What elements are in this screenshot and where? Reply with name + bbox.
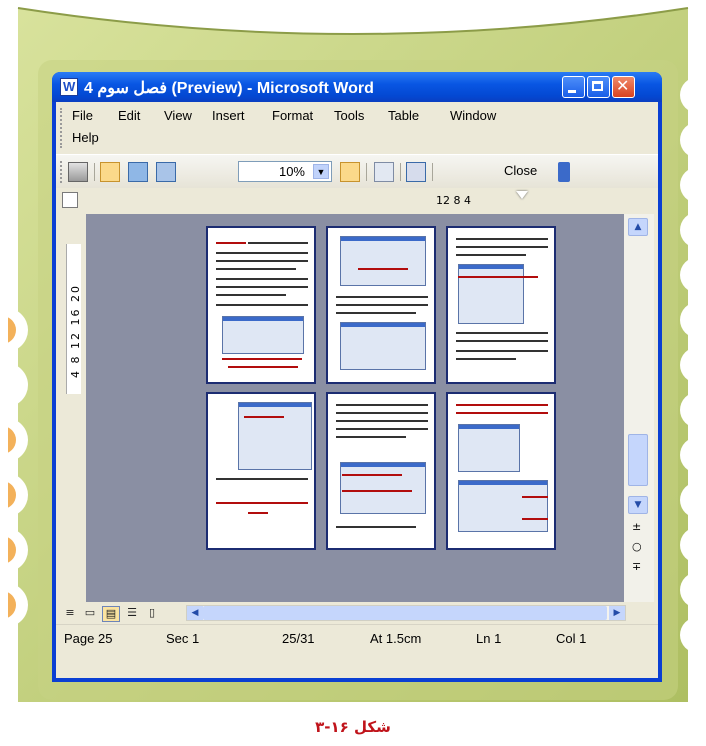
menu-edit[interactable]: Edit bbox=[118, 108, 140, 123]
status-page-of: 25/31 bbox=[282, 631, 315, 646]
toolbar-separator bbox=[400, 163, 401, 181]
title-bar[interactable]: فصل سوم 4 (Preview) - Microsoft Word bbox=[52, 72, 662, 102]
next-page-icon[interactable]: ∓ bbox=[632, 560, 641, 573]
window-title: فصل سوم 4 (Preview) - Microsoft Word bbox=[84, 80, 374, 97]
preview-page-3[interactable] bbox=[446, 226, 556, 384]
status-section: Sec 1 bbox=[166, 631, 200, 646]
view-ruler-icon[interactable] bbox=[340, 162, 360, 182]
preview-page-4[interactable] bbox=[206, 392, 316, 550]
close-preview-button[interactable]: Close bbox=[504, 163, 537, 178]
web-layout-view-icon[interactable]: ▭ bbox=[82, 606, 98, 620]
minimize-button[interactable] bbox=[562, 76, 585, 98]
print-icon[interactable] bbox=[68, 162, 88, 182]
toolbar-separator bbox=[366, 163, 367, 181]
menu-table[interactable]: Table bbox=[388, 108, 419, 123]
scroll-down-button[interactable]: ▼ bbox=[628, 496, 648, 514]
toolbar-separator bbox=[432, 163, 433, 181]
status-page: Page 25 bbox=[64, 631, 113, 646]
horizontal-scroll-area: ≡ ▭ ▤ ☰ ▯ ◀ ▶ bbox=[56, 602, 658, 624]
scroll-left-button[interactable]: ◀ bbox=[187, 606, 203, 620]
menu-help[interactable]: Help bbox=[72, 130, 99, 145]
menu-bar: File Edit View Insert Format Tools Table… bbox=[56, 102, 658, 154]
toolbar-options-icon[interactable] bbox=[558, 162, 570, 182]
tab-selector-icon[interactable] bbox=[62, 192, 78, 208]
multiple-pages-icon[interactable] bbox=[156, 162, 176, 182]
vertical-ruler-strip: 4 8 12 16 20 bbox=[66, 244, 82, 394]
menu-tools[interactable]: Tools bbox=[334, 108, 364, 123]
scroll-right-button[interactable]: ▶ bbox=[609, 606, 625, 620]
preview-page-2[interactable] bbox=[326, 226, 436, 384]
outline-view-icon[interactable]: ☰ bbox=[124, 606, 140, 620]
normal-view-icon[interactable]: ≡ bbox=[62, 606, 78, 620]
previous-page-icon[interactable]: ± bbox=[632, 520, 641, 533]
horizontal-scrollbar[interactable]: ◀ ▶ bbox=[186, 605, 626, 621]
word-app-icon[interactable] bbox=[60, 78, 78, 96]
window-client: File Edit View Insert Format Tools Table… bbox=[56, 102, 658, 678]
status-at: At 1.5cm bbox=[370, 631, 422, 646]
maximize-button[interactable] bbox=[587, 76, 610, 98]
chevron-down-icon[interactable]: ▼ bbox=[313, 164, 329, 179]
horizontal-ruler-numbers: 12 8 4 bbox=[436, 194, 471, 207]
document-preview-area[interactable] bbox=[86, 214, 624, 602]
toolbar-separator bbox=[94, 163, 95, 181]
status-line: Ln 1 bbox=[476, 631, 502, 646]
preview-page-1[interactable] bbox=[206, 226, 316, 384]
vertical-ruler[interactable]: 4 8 12 16 20 bbox=[60, 214, 86, 602]
figure-caption: شکل ۱۶-۳ bbox=[315, 718, 391, 736]
magnifier-icon[interactable] bbox=[100, 162, 120, 182]
status-bar: Page 25 Sec 1 25/31 At 1.5cm Ln 1 Col 1 bbox=[56, 624, 658, 655]
menu-view[interactable]: View bbox=[164, 108, 192, 123]
one-page-icon[interactable] bbox=[128, 162, 148, 182]
toolbar-grip[interactable] bbox=[60, 161, 64, 183]
status-column: Col 1 bbox=[556, 631, 587, 646]
scroll-up-button[interactable]: ▲ bbox=[628, 218, 648, 236]
shrink-to-fit-icon[interactable] bbox=[374, 162, 394, 182]
zoom-value: 10% bbox=[278, 164, 305, 179]
zoom-dropdown[interactable]: 10% ▼ bbox=[238, 161, 332, 182]
reading-layout-view-icon[interactable]: ▯ bbox=[144, 606, 160, 620]
menu-grip[interactable] bbox=[60, 108, 64, 148]
preview-page-5[interactable] bbox=[326, 392, 436, 550]
vertical-scroll-thumb[interactable] bbox=[628, 434, 648, 486]
print-layout-view-icon[interactable]: ▤ bbox=[102, 606, 120, 622]
word-window: فصل سوم 4 (Preview) - Microsoft Word Fil… bbox=[52, 72, 662, 682]
indent-marker-icon[interactable] bbox=[516, 191, 528, 199]
print-preview-toolbar: 10% ▼ Close bbox=[56, 154, 658, 189]
horizontal-ruler[interactable]: 12 8 4 bbox=[56, 188, 658, 214]
close-window-button[interactable] bbox=[612, 76, 635, 98]
menu-file[interactable]: File bbox=[72, 108, 93, 123]
menu-format[interactable]: Format bbox=[272, 108, 313, 123]
vertical-scrollbar[interactable]: ▲ ▼ ± ○ ∓ bbox=[624, 214, 654, 602]
vertical-ruler-numbers: 4 8 12 16 20 bbox=[69, 284, 82, 378]
full-screen-icon[interactable] bbox=[406, 162, 426, 182]
preview-page-6[interactable] bbox=[446, 392, 556, 550]
select-browse-object-icon[interactable]: ○ bbox=[632, 540, 642, 553]
menu-insert[interactable]: Insert bbox=[212, 108, 245, 123]
menu-window[interactable]: Window bbox=[450, 108, 496, 123]
horizontal-scroll-thumb[interactable] bbox=[203, 606, 607, 620]
